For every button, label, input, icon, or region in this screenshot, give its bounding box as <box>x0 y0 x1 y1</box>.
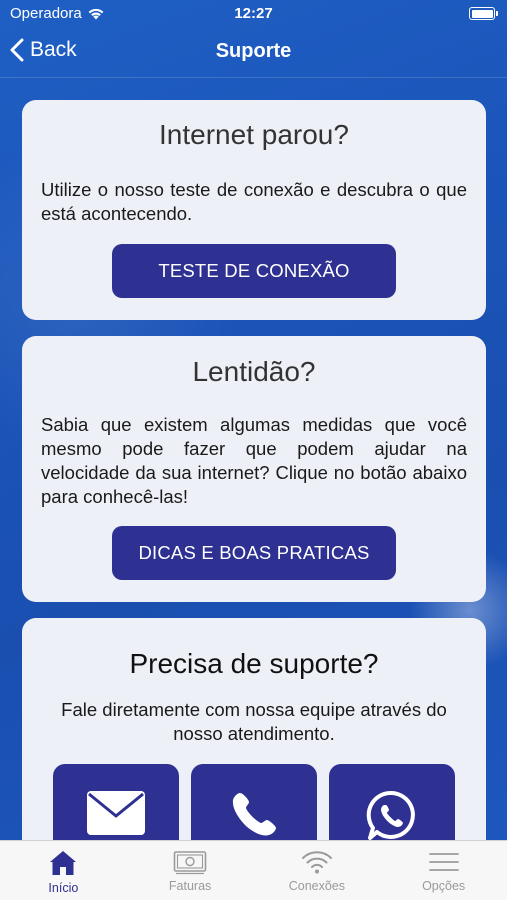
connection-test-button[interactable]: TESTE DE CONEXÃO <box>112 244 396 298</box>
banknote-icon <box>173 851 207 875</box>
tab-conexoes[interactable]: Conexões <box>254 841 381 900</box>
battery-icon <box>469 7 498 20</box>
tab-label: Conexões <box>288 879 346 893</box>
slowness-card: Lentidão? Sabia que existem algumas medi… <box>22 336 486 602</box>
tab-bar: Início Faturas Conexões Opções <box>0 840 507 900</box>
tab-label: Faturas <box>168 879 212 893</box>
tab-opcoes[interactable]: Opções <box>380 841 507 900</box>
phone-icon <box>232 793 276 836</box>
internet-stopped-card: Internet parou? Utilize o nosso teste de… <box>22 100 486 320</box>
status-time: 12:27 <box>234 5 273 22</box>
card-description: Fale diretamente com nossa equipe atravé… <box>61 699 447 744</box>
home-icon <box>50 851 77 875</box>
card-title: Precisa de suporte? <box>129 648 379 679</box>
menu-icon <box>428 853 459 871</box>
whatsapp-icon <box>366 790 415 840</box>
support-card: Precisa de suporte? Fale diretamente com… <box>22 618 486 878</box>
navigation-bar: Back Suporte <box>0 28 507 78</box>
card-title: Internet parou? <box>159 119 349 150</box>
tab-inicio[interactable]: Início <box>0 841 127 900</box>
envelope-icon <box>87 791 145 835</box>
tips-button[interactable]: DICAS E BOAS PRATICAS <box>112 526 396 580</box>
card-description: Utilize o nosso teste de conexão e descu… <box>41 179 467 224</box>
card-description: Sabia que existem algumas medidas que vo… <box>41 414 467 507</box>
tab-faturas[interactable]: Faturas <box>127 841 254 900</box>
wifi-icon <box>301 851 332 874</box>
tab-label: Início <box>48 881 79 895</box>
card-title: Lentidão? <box>192 356 316 387</box>
status-bar: Operadora 12:27 <box>0 0 507 28</box>
page-title: Suporte <box>215 40 292 62</box>
tab-label: Opções <box>422 879 466 893</box>
